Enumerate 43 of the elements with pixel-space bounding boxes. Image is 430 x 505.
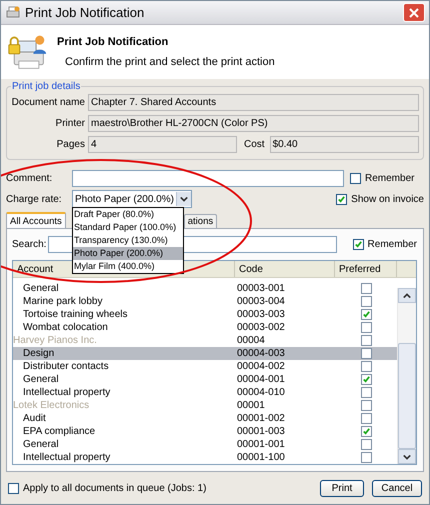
account-cell-text: Tortoise training wheels <box>22 309 128 320</box>
code-cell-text: 00001-001 <box>236 439 286 450</box>
code-cell-text: 00003-001 <box>236 283 286 294</box>
account-cell-text: Distributer contacts <box>22 361 110 372</box>
account-cell-text: Intellectual property <box>22 387 112 398</box>
readonly-field: maestro\Brother HL-2700CN (Color PS) <box>88 115 419 132</box>
readonly-field: Chapter 7. Shared Accounts <box>88 94 419 111</box>
account-cell-text: Lotek Electronics <box>13 400 90 411</box>
group-legend: Print job details <box>11 81 82 92</box>
code-cell-text: 00004-003 <box>236 348 286 359</box>
account-cell-text: Harvey Pianos Inc. <box>13 335 98 346</box>
code-cell-text: 00004-002 <box>236 361 286 372</box>
code-cell-text: 00001-003 <box>236 426 286 437</box>
window-title: Print Job Notification <box>25 5 146 20</box>
header-title: Print Job Notification <box>57 36 170 48</box>
account-cell-text: Intellectual property <box>22 452 112 463</box>
field-label: Document name <box>11 97 85 108</box>
field-label: Printer <box>54 118 85 129</box>
comment-label: Comment: <box>6 172 54 184</box>
account-cell-text: General <box>22 374 60 385</box>
search-label: Search: <box>12 239 44 250</box>
account-cell-text: Design <box>22 348 56 359</box>
code-cell-text: 00003-002 <box>236 322 286 333</box>
code-cell-text: 00004 <box>236 335 266 346</box>
field-label: Pages <box>56 139 85 150</box>
account-cell-text: Marine park lobby <box>22 296 104 307</box>
charge-rate-label: Charge rate: <box>6 194 63 204</box>
code-cell-text: 00001 <box>236 400 266 411</box>
code-cell-text: 00004-010 <box>236 387 286 398</box>
account-cell-text: Audit <box>22 413 47 424</box>
code-cell-text: 00001-100 <box>236 452 286 463</box>
account-cell-text: General <box>22 439 60 450</box>
field-label: Cost <box>243 139 266 150</box>
account-cell-text: Wombat colocation <box>22 322 109 333</box>
header-subtitle: Confirm the print and select the print action <box>64 56 275 68</box>
account-cell-text: EPA compliance <box>22 426 96 437</box>
account-cell-text: General <box>22 283 60 294</box>
readonly-field: 4 <box>88 136 237 153</box>
code-cell-text: 00001-002 <box>236 413 286 424</box>
code-cell-text: 00003-003 <box>236 309 286 320</box>
readonly-field: $0.40 <box>270 136 419 153</box>
code-cell-text: 00003-004 <box>236 296 286 307</box>
code-cell-text: 00004-001 <box>236 374 286 385</box>
